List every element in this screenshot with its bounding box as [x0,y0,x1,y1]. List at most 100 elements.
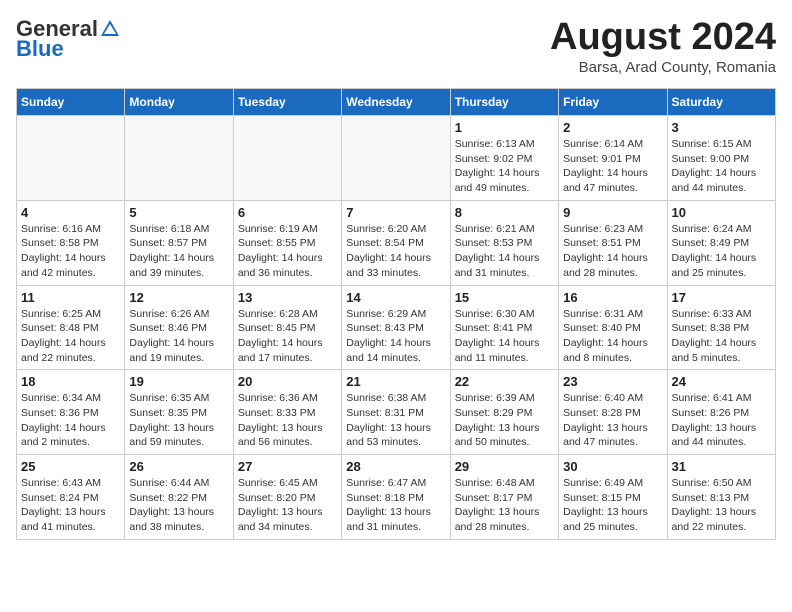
day-info: Sunrise: 6:19 AM Sunset: 8:55 PM Dayligh… [238,222,337,281]
day-info: Sunrise: 6:48 AM Sunset: 8:17 PM Dayligh… [455,476,554,535]
day-info: Sunrise: 6:25 AM Sunset: 8:48 PM Dayligh… [21,307,120,366]
page-header: General Blue August 2024 Barsa, Arad Cou… [16,16,776,76]
column-header-wednesday: Wednesday [342,89,450,116]
calendar-cell: 3 Sunrise: 6:15 AM Sunset: 9:00 PM Daylig… [667,116,775,201]
calendar-cell: 26 Sunrise: 6:44 AM Sunset: 8:22 PM Dayli… [125,455,233,540]
day-number: 3 [672,120,771,135]
day-info: Sunrise: 6:41 AM Sunset: 8:26 PM Dayligh… [672,391,771,450]
day-info: Sunrise: 6:21 AM Sunset: 8:53 PM Dayligh… [455,222,554,281]
day-info: Sunrise: 6:16 AM Sunset: 8:58 PM Dayligh… [21,222,120,281]
day-number: 5 [129,205,228,220]
calendar-cell: 18Sunrise: 6:34 AM Sunset: 8:36 PM Dayli… [17,370,125,455]
day-info: Sunrise: 6:26 AM Sunset: 8:46 PM Dayligh… [129,307,228,366]
column-header-sunday: Sunday [17,89,125,116]
day-number: 12 [129,290,228,305]
week-row-2: 4 Sunrise: 6:16 AM Sunset: 8:58 PM Daylig… [17,200,776,285]
calendar-cell: 16 Sunrise: 6:31 AM Sunset: 8:40 PM Dayli… [559,285,667,370]
day-number: 25 [21,459,120,474]
calendar-cell: 4 Sunrise: 6:16 AM Sunset: 8:58 PM Daylig… [17,200,125,285]
day-number: 26 [129,459,228,474]
day-info: Sunrise: 6:39 AM Sunset: 8:29 PM Dayligh… [455,391,554,450]
calendar-cell: 12 Sunrise: 6:26 AM Sunset: 8:46 PM Dayli… [125,285,233,370]
day-info: Sunrise: 6:15 AM Sunset: 9:00 PM Dayligh… [672,137,771,196]
calendar-header-row: SundayMondayTuesdayWednesdayThursdayFrid… [17,89,776,116]
calendar-cell: 6Sunrise: 6:19 AM Sunset: 8:55 PM Daylig… [233,200,341,285]
day-info: Sunrise: 6:24 AM Sunset: 8:49 PM Dayligh… [672,222,771,281]
calendar-cell: 14Sunrise: 6:29 AM Sunset: 8:43 PM Dayli… [342,285,450,370]
calendar-cell: 7Sunrise: 6:20 AM Sunset: 8:54 PM Daylig… [342,200,450,285]
day-info: Sunrise: 6:30 AM Sunset: 8:41 PM Dayligh… [455,307,554,366]
week-row-4: 18Sunrise: 6:34 AM Sunset: 8:36 PM Dayli… [17,370,776,455]
day-number: 20 [238,374,337,389]
column-header-thursday: Thursday [450,89,558,116]
calendar-cell: 9 Sunrise: 6:23 AM Sunset: 8:51 PM Daylig… [559,200,667,285]
calendar-cell: 22Sunrise: 6:39 AM Sunset: 8:29 PM Dayli… [450,370,558,455]
day-number: 11 [21,290,120,305]
day-number: 31 [672,459,771,474]
day-info: Sunrise: 6:44 AM Sunset: 8:22 PM Dayligh… [129,476,228,535]
calendar-cell [17,116,125,201]
day-number: 19 [129,374,228,389]
calendar-cell: 15 Sunrise: 6:30 AM Sunset: 8:41 PM Dayli… [450,285,558,370]
day-info: Sunrise: 6:18 AM Sunset: 8:57 PM Dayligh… [129,222,228,281]
day-number: 27 [238,459,337,474]
day-info: Sunrise: 6:40 AM Sunset: 8:28 PM Dayligh… [563,391,662,450]
day-info: Sunrise: 6:13 AM Sunset: 9:02 PM Dayligh… [455,137,554,196]
day-number: 9 [563,205,662,220]
day-info: Sunrise: 6:20 AM Sunset: 8:54 PM Dayligh… [346,222,445,281]
calendar-cell: 8 Sunrise: 6:21 AM Sunset: 8:53 PM Daylig… [450,200,558,285]
day-info: Sunrise: 6:35 AM Sunset: 8:35 PM Dayligh… [129,391,228,450]
logo-blue-text: Blue [16,36,64,62]
calendar-cell: 25Sunrise: 6:43 AM Sunset: 8:24 PM Dayli… [17,455,125,540]
day-info: Sunrise: 6:28 AM Sunset: 8:45 PM Dayligh… [238,307,337,366]
calendar-cell: 24 Sunrise: 6:41 AM Sunset: 8:26 PM Dayli… [667,370,775,455]
day-info: Sunrise: 6:34 AM Sunset: 8:36 PM Dayligh… [21,391,120,450]
week-row-3: 11 Sunrise: 6:25 AM Sunset: 8:48 PM Dayli… [17,285,776,370]
calendar-cell: 23 Sunrise: 6:40 AM Sunset: 8:28 PM Dayli… [559,370,667,455]
day-number: 15 [455,290,554,305]
column-header-tuesday: Tuesday [233,89,341,116]
day-number: 28 [346,459,445,474]
calendar-cell: 30Sunrise: 6:49 AM Sunset: 8:15 PM Dayli… [559,455,667,540]
title-block: August 2024 Barsa, Arad County, Romania [550,16,776,76]
calendar-cell: 13 Sunrise: 6:28 AM Sunset: 8:45 PM Dayli… [233,285,341,370]
day-info: Sunrise: 6:23 AM Sunset: 8:51 PM Dayligh… [563,222,662,281]
day-number: 23 [563,374,662,389]
day-number: 16 [563,290,662,305]
week-row-1: 1 Sunrise: 6:13 AM Sunset: 9:02 PM Daylig… [17,116,776,201]
day-info: Sunrise: 6:50 AM Sunset: 8:13 PM Dayligh… [672,476,771,535]
day-number: 13 [238,290,337,305]
column-header-friday: Friday [559,89,667,116]
calendar-cell: 19 Sunrise: 6:35 AM Sunset: 8:35 PM Dayli… [125,370,233,455]
calendar-cell: 27 Sunrise: 6:45 AM Sunset: 8:20 PM Dayli… [233,455,341,540]
day-number: 29 [455,459,554,474]
week-row-5: 25Sunrise: 6:43 AM Sunset: 8:24 PM Dayli… [17,455,776,540]
day-number: 10 [672,205,771,220]
logo: General Blue [16,16,122,62]
day-info: Sunrise: 6:14 AM Sunset: 9:01 PM Dayligh… [563,137,662,196]
calendar-cell: 11 Sunrise: 6:25 AM Sunset: 8:48 PM Dayli… [17,285,125,370]
day-number: 8 [455,205,554,220]
calendar-cell: 28 Sunrise: 6:47 AM Sunset: 8:18 PM Dayli… [342,455,450,540]
day-info: Sunrise: 6:47 AM Sunset: 8:18 PM Dayligh… [346,476,445,535]
day-info: Sunrise: 6:45 AM Sunset: 8:20 PM Dayligh… [238,476,337,535]
day-number: 30 [563,459,662,474]
calendar-cell: 10 Sunrise: 6:24 AM Sunset: 8:49 PM Dayli… [667,200,775,285]
calendar-table: SundayMondayTuesdayWednesdayThursdayFrid… [16,88,776,540]
column-header-saturday: Saturday [667,89,775,116]
day-number: 17 [672,290,771,305]
day-number: 21 [346,374,445,389]
day-number: 4 [21,205,120,220]
day-number: 24 [672,374,771,389]
day-number: 14 [346,290,445,305]
calendar-cell: 1 Sunrise: 6:13 AM Sunset: 9:02 PM Daylig… [450,116,558,201]
logo-icon [99,18,121,40]
calendar-cell [342,116,450,201]
day-info: Sunrise: 6:31 AM Sunset: 8:40 PM Dayligh… [563,307,662,366]
calendar-cell: 31 Sunrise: 6:50 AM Sunset: 8:13 PM Dayli… [667,455,775,540]
calendar-cell: 17 Sunrise: 6:33 AM Sunset: 8:38 PM Dayli… [667,285,775,370]
day-number: 1 [455,120,554,135]
month-title: August 2024 [550,16,776,59]
calendar-cell: 29 Sunrise: 6:48 AM Sunset: 8:17 PM Dayli… [450,455,558,540]
day-info: Sunrise: 6:33 AM Sunset: 8:38 PM Dayligh… [672,307,771,366]
